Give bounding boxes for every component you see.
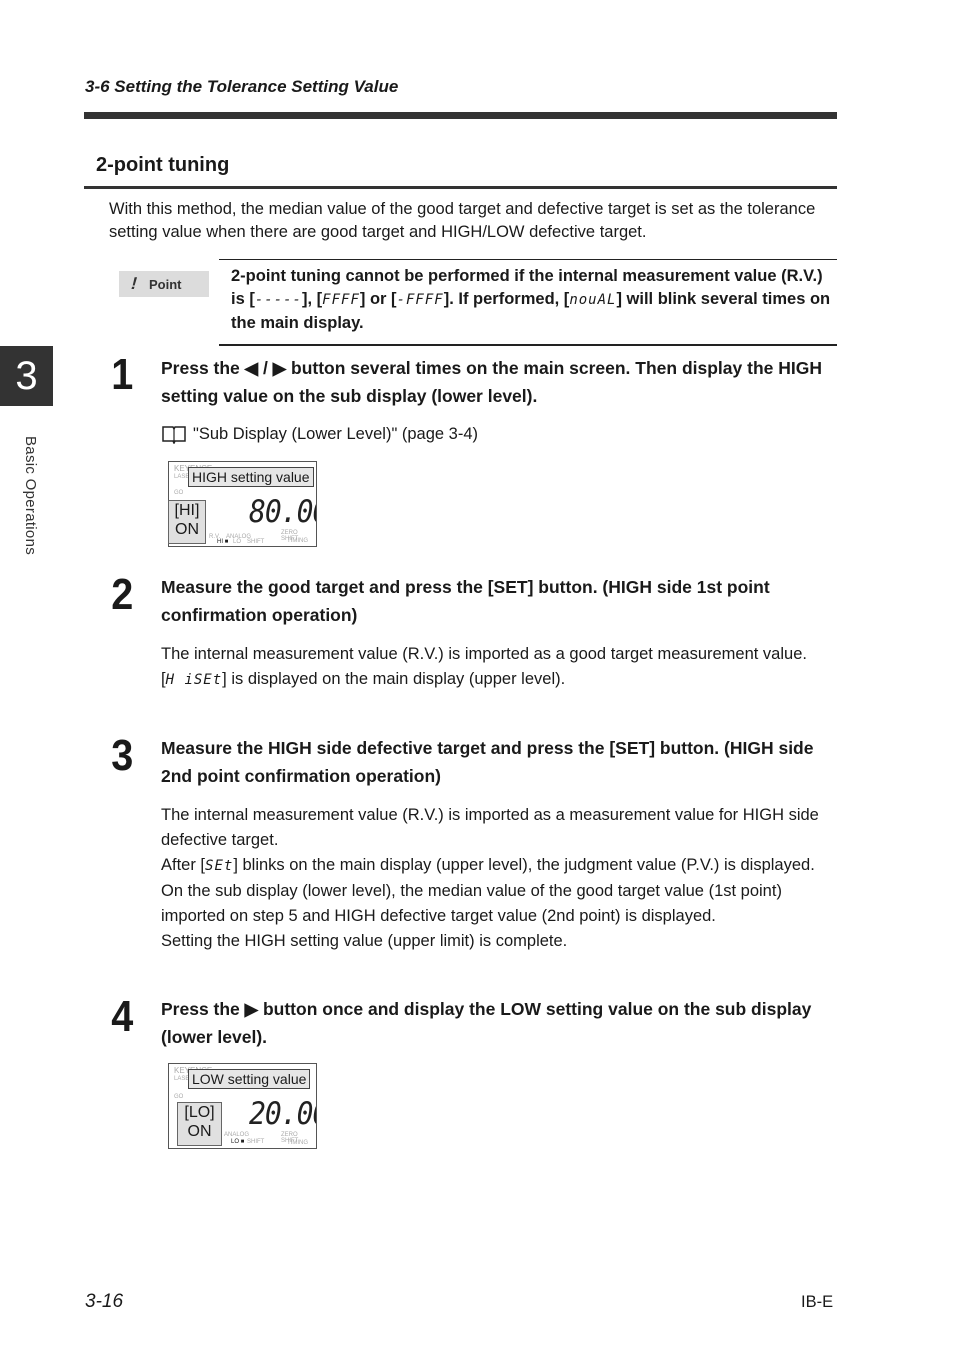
text: ] is displayed on the main display (uppe…	[222, 670, 566, 688]
intro-paragraph: With this method, the median value of th…	[109, 200, 816, 241]
step-heading: Measure the good target and press the [S…	[161, 577, 770, 625]
step-number: 4	[111, 992, 134, 1041]
point-badge: ! Point	[119, 271, 209, 297]
segment-code: SEt	[205, 858, 234, 874]
point-text: ], [	[302, 290, 323, 308]
text: ] blinks on the main display (upper leve…	[233, 856, 815, 874]
segment-code: nouAL	[569, 292, 617, 308]
text: After [	[161, 856, 206, 874]
point-badge-label: Point	[149, 276, 182, 292]
step-number: 1	[111, 350, 134, 399]
tag-line: ON	[175, 521, 199, 538]
callout-high-setting: HIGH setting value	[188, 467, 314, 487]
step-text: The internal measurement value (R.V.) is…	[161, 806, 819, 849]
step-text: On the sub display (lower level), the me…	[161, 882, 782, 925]
sub-display-value: 20.00	[249, 1095, 316, 1132]
timing-label: TIMING	[287, 1140, 308, 1146]
hi-indicator: HI ■	[217, 539, 229, 545]
step-text: The internal measurement value (R.V.) is…	[161, 645, 807, 663]
book-icon	[162, 426, 186, 444]
step-text: Setting the HIGH setting value (upper li…	[161, 932, 568, 950]
page-heading: 2-point tuning	[96, 154, 230, 176]
step-number: 3	[111, 731, 134, 780]
callout-low-setting: LOW setting value	[188, 1069, 311, 1089]
lo-indicator: LO ■	[231, 1139, 245, 1145]
step-text: [H iSEt] is displayed on the main displa…	[161, 667, 841, 693]
chapter-tab: 3	[0, 346, 53, 406]
page-number: 3-16	[85, 1291, 124, 1312]
analog-label: ANALOG	[224, 1132, 250, 1138]
hi-on-tag: [HI] ON	[168, 500, 206, 544]
point-note: 2-point tuning cannot be performed if th…	[219, 259, 837, 346]
shift-label: SHIFT	[247, 539, 265, 545]
segment-code: -----	[254, 292, 302, 308]
cross-reference[interactable]: "Sub Display (Lower Level)" (page 3-4)	[161, 424, 478, 444]
point-text: ] or [	[359, 290, 397, 308]
segment-code: -FFFF	[396, 292, 444, 308]
exclamation-icon: !	[128, 274, 140, 293]
heading-rule	[84, 186, 837, 189]
timing-label: TIMING	[287, 538, 308, 544]
step-heading: Press the ◀ / ▶ button several times on …	[161, 358, 822, 406]
cross-reference-text: "Sub Display (Lower Level)" (page 3-4)	[193, 424, 479, 443]
segment-code: FFFF	[322, 292, 360, 308]
step-body: The internal measurement value (R.V.) is…	[161, 803, 841, 954]
step-heading: Measure the HIGH side defective target a…	[161, 738, 814, 786]
step-heading: Press the ▶ button once and display the …	[161, 999, 812, 1047]
sub-display-value: 80.00	[249, 493, 316, 530]
shift-label: SHIFT	[247, 1139, 265, 1145]
tag-line: ON	[187, 1123, 212, 1140]
header-rule	[84, 112, 837, 119]
section-title: 3-6 Setting the Tolerance Setting Value	[85, 77, 399, 96]
step-number: 2	[111, 570, 134, 619]
go-label: GO	[174, 490, 184, 496]
point-text: ]. If performed, [	[443, 290, 570, 308]
tag-line: [LO]	[184, 1104, 215, 1121]
doc-code: IB-E	[801, 1293, 834, 1311]
lo-label: LO	[233, 539, 242, 545]
step-text: After [SEt] blinks on the main display (…	[161, 853, 841, 879]
go-label: GO	[174, 1094, 184, 1100]
lo-on-tag: [LO] ON	[177, 1102, 222, 1146]
step-body: The internal measurement value (R.V.) is…	[161, 642, 841, 693]
segment-code: H iSEt	[165, 672, 223, 688]
tag-line: [HI]	[174, 502, 200, 519]
chapter-side-label: Basic Operations	[22, 436, 39, 556]
